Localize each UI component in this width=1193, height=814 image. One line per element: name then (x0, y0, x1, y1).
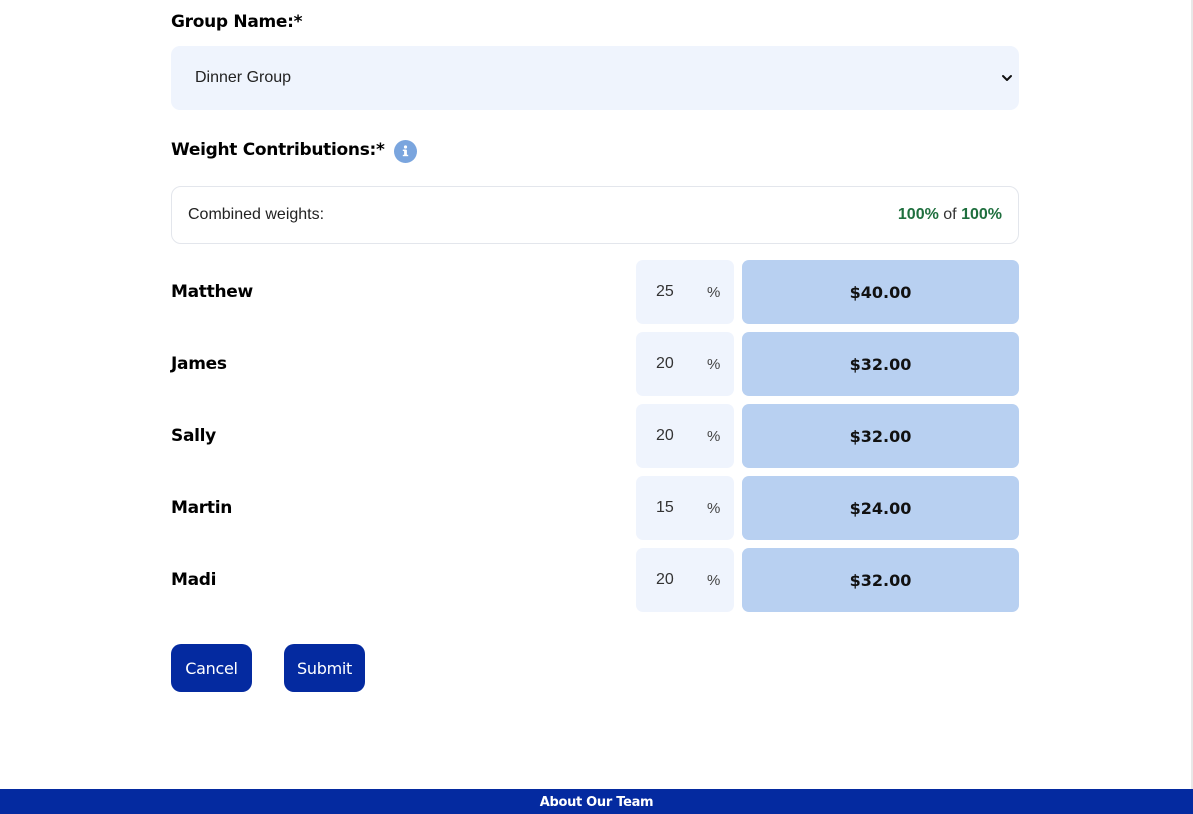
member-name: Sally (171, 426, 216, 446)
footer-about-link[interactable]: About Our Team (540, 795, 654, 810)
member-row: Sally 20 % $32.00 (171, 404, 1019, 468)
weight-value: 20 (656, 571, 674, 588)
member-row: Madi 20 % $32.00 (171, 548, 1019, 612)
combined-weights-total: 100% of 100% (898, 206, 1002, 224)
member-row: Martin 15 % $24.00 (171, 476, 1019, 540)
member-name: James (171, 354, 227, 374)
member-list: Matthew 25 % $40.00 James 20 % $32.00 Sa… (171, 260, 1019, 620)
member-amount: $32.00 (742, 332, 1019, 396)
group-name-label: Group Name:* (171, 12, 303, 32)
member-amount: $32.00 (742, 404, 1019, 468)
percent-sign: % (707, 499, 721, 517)
combined-weights-max: 100% (961, 206, 1002, 223)
member-row: James 20 % $32.00 (171, 332, 1019, 396)
chevron-down-icon (1002, 75, 1012, 81)
weight-input[interactable]: 20 % (636, 548, 734, 612)
member-name: Madi (171, 570, 217, 590)
percent-sign: % (707, 427, 721, 445)
member-amount: $32.00 (742, 548, 1019, 612)
combined-weights-label: Combined weights: (188, 206, 325, 223)
group-name-selected-value: Dinner Group (195, 69, 292, 86)
member-amount: $24.00 (742, 476, 1019, 540)
percent-sign: % (707, 283, 721, 301)
percent-sign: % (707, 355, 721, 373)
combined-weights-summary: Combined weights: 100% of 100% (171, 186, 1019, 244)
member-amount: $40.00 (742, 260, 1019, 324)
weight-input[interactable]: 15 % (636, 476, 734, 540)
weight-value: 25 (656, 283, 674, 300)
member-row: Matthew 25 % $40.00 (171, 260, 1019, 324)
submit-button[interactable]: Submit (284, 644, 365, 692)
combined-weights-of: of (943, 206, 957, 223)
cancel-button[interactable]: Cancel (171, 644, 252, 692)
weight-value: 15 (656, 499, 674, 516)
footer: About Our Team (0, 789, 1193, 814)
member-name: Matthew (171, 282, 253, 302)
percent-sign: % (707, 571, 721, 589)
weight-value: 20 (656, 355, 674, 372)
weight-input[interactable]: 20 % (636, 404, 734, 468)
group-name-select[interactable]: Dinner Group (171, 46, 1019, 110)
weight-contributions-label: Weight Contributions:* (171, 140, 385, 160)
weight-input[interactable]: 20 % (636, 332, 734, 396)
weight-contributions-heading: Weight Contributions:* (171, 137, 417, 163)
weight-value: 20 (656, 427, 674, 444)
member-name: Martin (171, 498, 233, 518)
combined-weights-current: 100% (897, 206, 939, 223)
weight-input[interactable]: 25 % (636, 260, 734, 324)
info-icon[interactable] (393, 140, 417, 163)
